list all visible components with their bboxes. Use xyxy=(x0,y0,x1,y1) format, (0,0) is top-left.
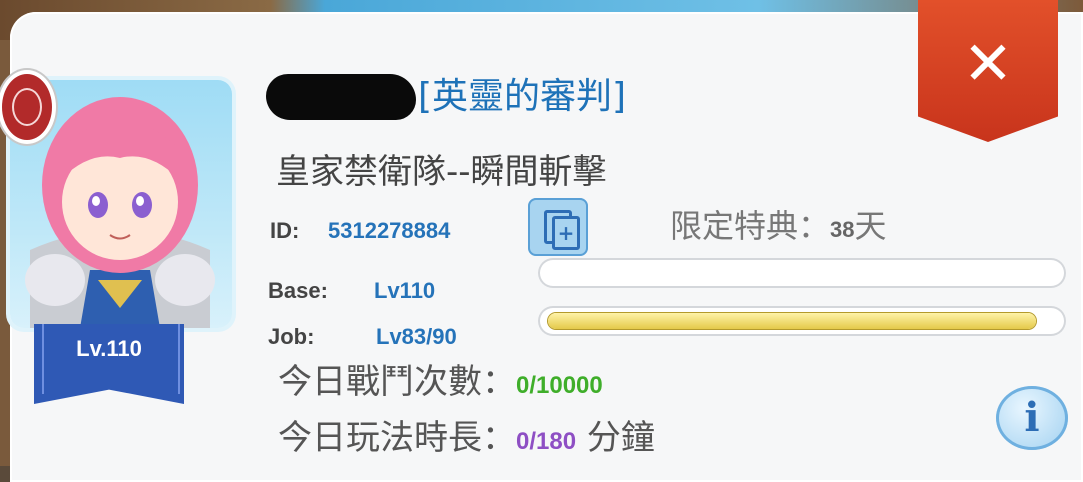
guild-name: 皇家禁衛隊--瞬間斬擊 xyxy=(276,152,607,192)
player-title: [英靈的審判] xyxy=(418,76,627,117)
job-label: Job: xyxy=(268,324,315,349)
copy-id-button[interactable]: + xyxy=(528,198,588,256)
playtime-label: 今日玩法時長： xyxy=(278,418,516,458)
id-label: ID: xyxy=(270,218,300,243)
info-button[interactable]: i xyxy=(996,386,1068,450)
limited-label: 限定特典： xyxy=(670,207,831,245)
battles-label: 今日戰鬥次數： xyxy=(278,362,516,402)
base-label: Base: xyxy=(268,278,328,303)
base-xp-bar xyxy=(538,258,1066,288)
playtime-unit: 分鐘 xyxy=(586,418,655,458)
job-level: Lv83/90 xyxy=(376,324,457,349)
close-button[interactable]: ✕ xyxy=(918,0,1058,142)
battles-value: 0/10000 xyxy=(516,372,603,399)
limited-benefit: 限定特典：38天 xyxy=(670,204,887,252)
close-icon: ✕ xyxy=(962,29,1014,99)
job-xp-bar xyxy=(538,306,1066,336)
limited-days: 38 xyxy=(830,217,855,242)
limited-unit: 天 xyxy=(854,207,887,245)
portrait-level-label: Lv.110 xyxy=(76,336,142,361)
guild-badge-icon xyxy=(0,70,56,144)
daily-battles: 今日戰鬥次數：0/10000 xyxy=(278,360,603,408)
player-id: 5312278884 xyxy=(328,218,451,243)
player-name-redacted xyxy=(266,74,416,120)
base-level: Lv110 xyxy=(374,278,436,303)
daily-playtime: 今日玩法時長：0/180 分鐘 xyxy=(278,416,655,464)
playtime-value: 0/180 xyxy=(516,428,577,455)
job-xp-fill xyxy=(548,313,1036,329)
info-icon: i xyxy=(1024,394,1040,441)
